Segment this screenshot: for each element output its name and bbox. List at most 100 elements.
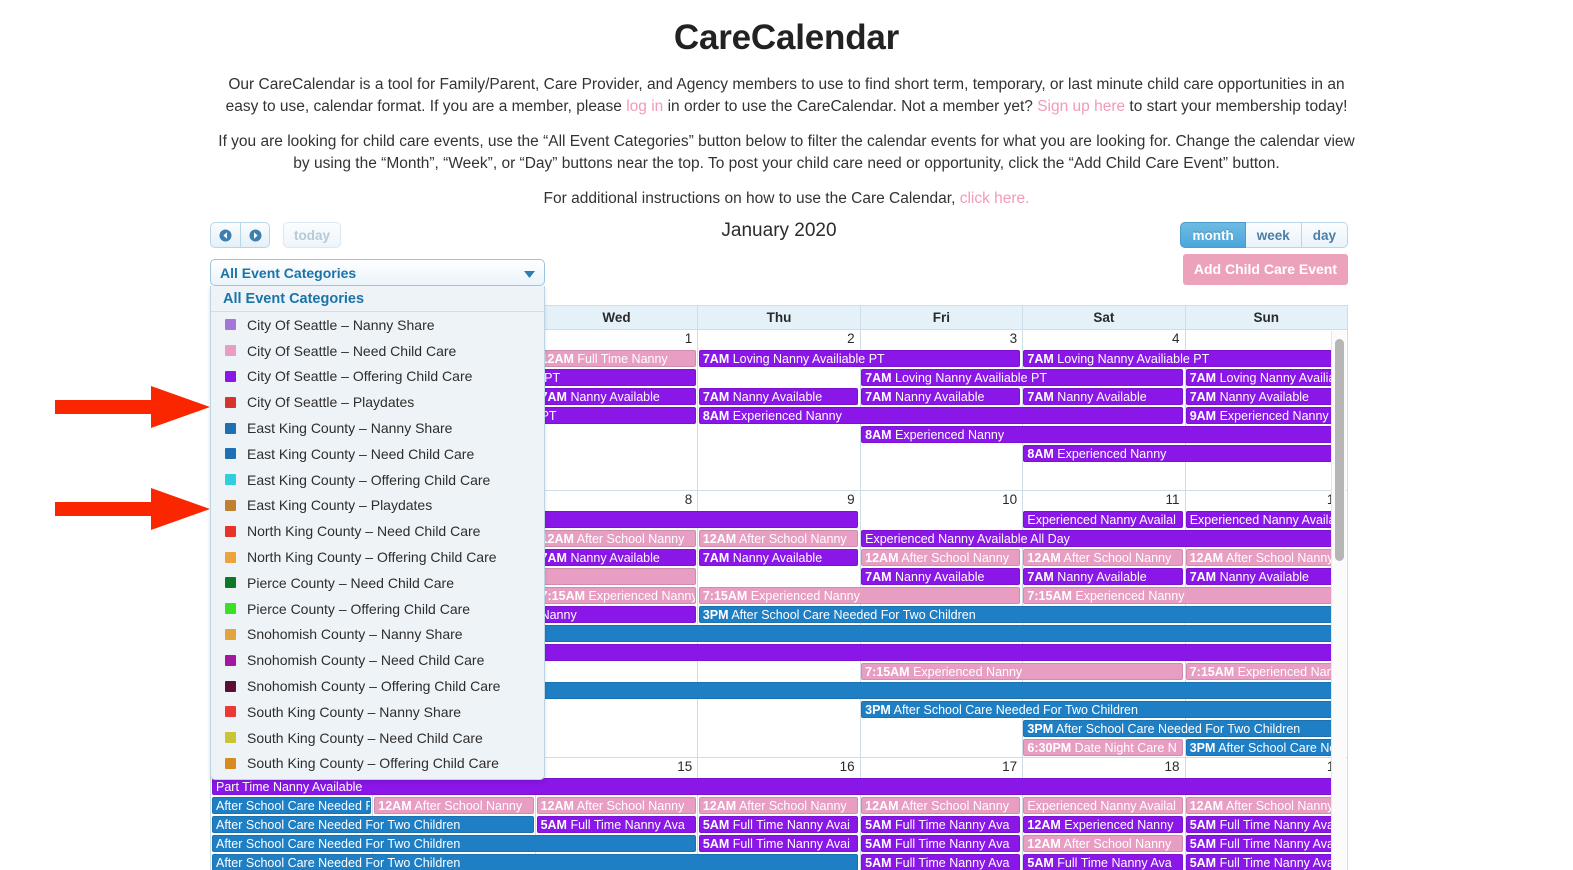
calendar-event[interactable]: Experienced Nanny Availal (1023, 797, 1183, 814)
calendar-scrollbar-thumb[interactable] (1335, 339, 1344, 561)
calendar-event[interactable]: 7AM Loving Nanny Availiable PT (861, 369, 1183, 386)
dropdown-option[interactable]: South King County – Need Child Care (211, 725, 544, 751)
dropdown-option[interactable]: North King County – Need Child Care (211, 518, 544, 544)
calendar-event[interactable]: After School Care Needed For Two Childre… (212, 816, 534, 833)
calendar-event[interactable]: 12AM After School Nanny (1023, 549, 1183, 566)
calendar-event[interactable]: 7AM Nanny Available (1185, 388, 1345, 405)
intro-p3-a: For additional instructions on how to us… (543, 190, 960, 207)
calendar-event[interactable]: 12AM After School Nanny (1185, 549, 1345, 566)
dropdown-option[interactable]: East King County – Nanny Share (211, 415, 544, 441)
calendar-event[interactable]: 7AM Loving Nanny Availiable PT (1185, 369, 1345, 386)
dropdown-option-all[interactable]: All Event Categories (211, 286, 544, 312)
calendar-event[interactable]: 12AM After School Nanny (698, 797, 859, 814)
calendar-event[interactable]: 7AM Loving Nanny Availiable PT (698, 350, 1021, 367)
calendar-event[interactable]: 3PM After School Care Needed For Two Chi… (861, 701, 1345, 718)
dropdown-option[interactable]: East King County – Need Child Care (211, 441, 544, 467)
calendar-event[interactable]: 7:15AM Experienced Nanny (861, 663, 1183, 680)
calendar-event[interactable]: 3PM After School Care Needed For Two Chi… (1023, 720, 1345, 737)
calendar-event[interactable]: 12AM After School Nanny (374, 797, 534, 814)
signup-link[interactable]: Sign up here (1037, 98, 1125, 115)
view-switcher: month week day (1180, 222, 1348, 248)
calendar-event[interactable]: 7:15AM Experienced Nanny (1185, 663, 1345, 680)
calendar-event[interactable]: 12AM After School Nanny (861, 549, 1021, 566)
event-category-select-button[interactable]: All Event Categories (210, 259, 545, 286)
calendar-event[interactable]: 5AM Full Time Nanny Ava (1023, 854, 1183, 870)
calendar-event[interactable]: After School Care Needed For Two Childre… (212, 854, 859, 870)
calendar-event[interactable]: 5AM Full Time Nanny Avai (1185, 835, 1345, 852)
dropdown-option[interactable]: East King County – Playdates (211, 493, 544, 519)
add-child-care-event-button[interactable]: Add Child Care Event (1182, 254, 1348, 285)
calendar-event[interactable]: 7AM Nanny Available (536, 549, 696, 566)
dropdown-option[interactable]: City Of Seattle – Need Child Care (211, 338, 544, 364)
calendar-event[interactable]: 12AM Full Time Nanny (536, 350, 696, 367)
view-button-day[interactable]: day (1301, 222, 1348, 248)
dropdown-option-label: South King County – Offering Child Care (247, 755, 499, 772)
dropdown-option[interactable]: South King County – Offering Child Care (211, 751, 544, 777)
calendar-event[interactable]: 8AM Experienced Nanny (1023, 445, 1345, 462)
calendar-event[interactable]: Nanny (536, 606, 696, 623)
calendar-event[interactable]: After School Care Needed For Two Childre… (212, 835, 696, 852)
calendar-event[interactable]: 7:15AM Experienced Nanny (698, 587, 1021, 604)
dropdown-option-label: East King County – Nanny Share (247, 420, 453, 437)
calendar-event[interactable]: 5AM Full Time Nanny Ava (861, 816, 1021, 833)
calendar-event[interactable]: Experienced Nanny Availal (1023, 511, 1183, 528)
dropdown-option[interactable]: City Of Seattle – Offering Child Care (211, 364, 544, 390)
calendar-event[interactable]: 5AM Full Time Nanny Ava (861, 835, 1021, 852)
instructions-link[interactable]: click here. (960, 190, 1030, 207)
calendar-event[interactable]: 5AM Full Time Nanny Avai (1185, 816, 1345, 833)
calendar-event[interactable]: 9AM Experienced Nanny (1185, 407, 1345, 424)
dropdown-option[interactable]: City Of Seattle – Nanny Share (211, 312, 544, 338)
calendar-event[interactable]: 12AM Experienced Nanny (1023, 816, 1183, 833)
calendar-event[interactable]: 5AM Full Time Nanny Ava (861, 854, 1021, 870)
dropdown-option[interactable]: East King County – Offering Child Care (211, 467, 544, 493)
calendar-event[interactable]: 12AM After School Nanny (536, 797, 696, 814)
view-button-week[interactable]: week (1245, 222, 1302, 248)
calendar-event[interactable]: 6:30PM Date Night Care N (1023, 739, 1183, 756)
calendar-event[interactable]: 8AM Experienced Nanny (861, 426, 1345, 443)
calendar-event[interactable]: 7AM Nanny Available (1023, 388, 1183, 405)
calendar-event[interactable]: 7AM Nanny Available (861, 568, 1021, 585)
calendar-event[interactable]: 12AM After School Nanny (536, 530, 696, 547)
calendar-event[interactable]: 7AM Nanny Available (698, 549, 859, 566)
calendar-event[interactable]: 7AM Nanny Available (861, 388, 1021, 405)
calendar-event[interactable]: After School Care Needed F (212, 797, 372, 814)
calendar-event[interactable]: 12AM After School Nanny (861, 797, 1021, 814)
calendar-event[interactable]: 3PM After School Care Needed For Two Chi… (698, 606, 1345, 623)
calendar-event[interactable]: Experienced Nanny Available All Day (861, 530, 1345, 547)
calendar-event[interactable]: 5AM Full Time Nanny Ava (536, 816, 696, 833)
calendar-scrollbar[interactable] (1331, 331, 1346, 870)
calendar-event[interactable]: 7AM Nanny Available (1185, 568, 1345, 585)
dropdown-option[interactable]: Pierce County – Offering Child Care (211, 596, 544, 622)
annotation-arrow-2 (55, 488, 210, 535)
calendar-event[interactable]: 5AM Full Time Nanny Avai (1185, 854, 1345, 870)
login-link[interactable]: log in (626, 98, 663, 115)
dropdown-option[interactable]: North King County – Offering Child Care (211, 544, 544, 570)
calendar-event[interactable]: 7AM Nanny Available (698, 388, 859, 405)
dropdown-option[interactable]: Snohomish County – Offering Child Care (211, 673, 544, 699)
calendar-event[interactable]: PT (536, 407, 696, 424)
calendar-event[interactable]: 12AM After School Nanny (698, 530, 859, 547)
dropdown-option[interactable]: Snohomish County – Need Child Care (211, 647, 544, 673)
prev-month-button[interactable] (210, 222, 240, 248)
calendar-event[interactable]: Experienced Nanny Availal (1185, 511, 1345, 528)
calendar-event[interactable]: 3PM After School Care Nee (1185, 739, 1345, 756)
dropdown-option[interactable]: City Of Seattle – Playdates (211, 389, 544, 415)
calendar-event[interactable]: 12AM After School Nanny (1023, 835, 1183, 852)
calendar-event[interactable]: 7:15AM Experienced Nanny (536, 587, 696, 604)
calendar-event[interactable]: 5AM Full Time Nanny Avai (698, 835, 859, 852)
calendar-event[interactable]: 7AM Loving Nanny Availiable PT (1023, 350, 1345, 367)
calendar-event[interactable]: 7AM Nanny Available (1023, 568, 1183, 585)
calendar-event[interactable]: 5AM Full Time Nanny Avai (698, 816, 859, 833)
calendar-event[interactable]: 8AM Experienced Nanny (698, 407, 1183, 424)
dropdown-option[interactable]: Pierce County – Need Child Care (211, 570, 544, 596)
calendar-event[interactable]: 7AM Nanny Available (536, 388, 696, 405)
dropdown-option[interactable]: Snohomish County – Nanny Share (211, 622, 544, 648)
next-month-button[interactable] (240, 222, 270, 248)
today-button[interactable]: today (283, 222, 342, 248)
calendar-event[interactable]: 7:15AM Experienced Nanny (1023, 587, 1345, 604)
dropdown-option[interactable]: South King County – Nanny Share (211, 699, 544, 725)
view-button-month[interactable]: month (1180, 222, 1246, 248)
calendar-event[interactable]: 12AM After School Nanny (1185, 797, 1345, 814)
calendar-event[interactable]: Part Time Nanny Available (212, 778, 1345, 795)
category-color-swatch (225, 732, 236, 744)
